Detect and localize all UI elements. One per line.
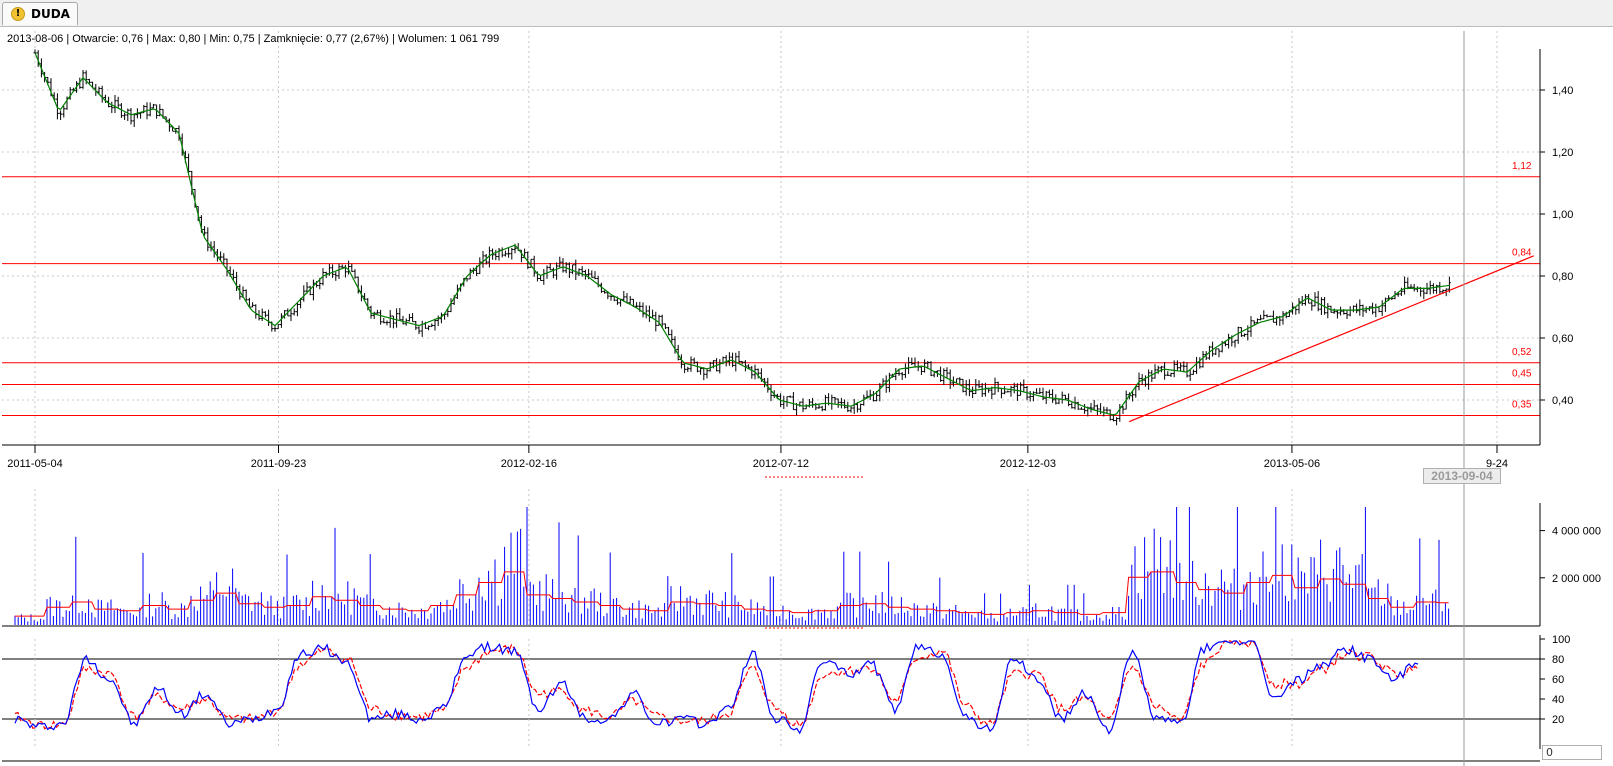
- stoch-d-line: [14, 640, 1419, 730]
- x-tick-label: 2012-02-16: [501, 458, 557, 470]
- y-tick-label: 0,80: [1552, 271, 1573, 283]
- y-tick-label: 1,40: [1552, 85, 1573, 97]
- ohlc-readout: 2013-08-06 | Otwarcie: 0,76 | Max: 0,80 …: [7, 33, 500, 45]
- warning-icon: !: [11, 7, 25, 21]
- y-tick-label: 1,20: [1552, 147, 1573, 159]
- grid: [2, 31, 1540, 445]
- cursor-date-box: 2013-09-04: [1423, 468, 1501, 484]
- stoch-y-tick-label: 20: [1552, 714, 1564, 726]
- trendline: [1128, 255, 1534, 423]
- corner-value-box[interactable]: 0: [1542, 745, 1602, 760]
- y-tick-label: 0,40: [1552, 395, 1573, 407]
- x-tick-label: 2011-09-23: [251, 458, 306, 470]
- stoch-y-tick-label: 80: [1552, 654, 1564, 666]
- chart-area[interactable]: 1,12 0,84 0,52 0,45 0,35 1,40 1,20 1,00 0,80 0,6…: [0, 27, 1613, 766]
- volume-panel: 4 000 000 2 000 000: [2, 476, 1601, 629]
- axes: [2, 49, 1545, 453]
- date-x-ticks: 2011-05-04 2011-09-23 2012-02-16 2012-07-12…: [7, 458, 1508, 470]
- x-tick-label: 2012-07-12: [753, 458, 809, 470]
- volume-y-tick-label: 4 000 000: [1552, 526, 1601, 538]
- stoch-y-tick-label: 60: [1552, 674, 1564, 686]
- tab-duda[interactable]: ! DUDA: [2, 2, 78, 25]
- tab-bar: ! DUDA: [0, 0, 1613, 27]
- tab-label: DUDA: [31, 7, 70, 21]
- stochastic-panel: 100 80 60 40 20: [2, 634, 1570, 762]
- stoch-y-tick-label: 100: [1552, 634, 1570, 646]
- stoch-y-tick-label: 40: [1552, 694, 1564, 706]
- y-tick-label: 0,60: [1552, 333, 1573, 345]
- stoch-k-line: [14, 640, 1419, 735]
- moving-average-line: [34, 52, 1450, 416]
- level-label: 0,35: [1512, 400, 1532, 411]
- level-label: 1,12: [1512, 161, 1532, 172]
- price-bars: [33, 49, 1451, 426]
- level-label: 0,52: [1512, 347, 1532, 358]
- y-tick-label: 1,00: [1552, 209, 1573, 221]
- level-label: 0,84: [1512, 248, 1532, 259]
- x-tick-label: 2012-12-03: [1000, 458, 1056, 470]
- x-tick-label: 2013-05-06: [1264, 458, 1320, 470]
- level-label: 0,45: [1512, 369, 1532, 380]
- volume-y-tick-label: 2 000 000: [1552, 573, 1601, 585]
- price-levels: 1,12 0,84 0,52 0,45 0,35: [2, 161, 1540, 416]
- price-y-ticks: 1,40 1,20 1,00 0,80 0,60 0,40: [1552, 85, 1573, 407]
- x-tick-label: 2011-05-04: [7, 458, 62, 470]
